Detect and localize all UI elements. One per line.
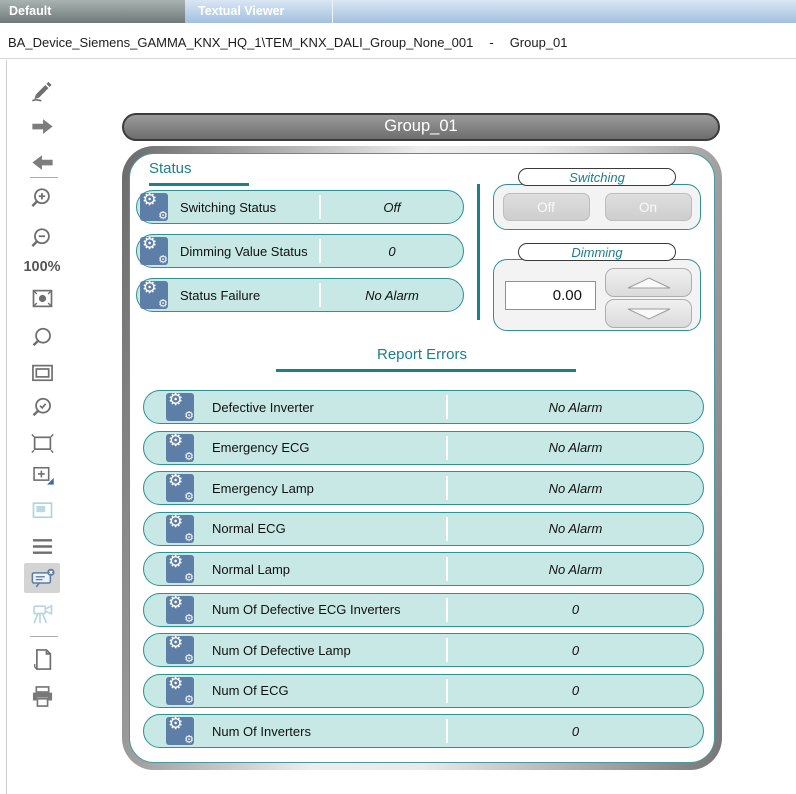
- off-button[interactable]: Off: [503, 193, 590, 221]
- row-label: Num Of Defective Lamp: [212, 643, 351, 658]
- selection-rect-icon[interactable]: [27, 428, 57, 458]
- gear-icon[interactable]: ⚙⚙: [166, 474, 194, 502]
- toolbar-divider: [30, 636, 58, 637]
- gear-icon[interactable]: ⚙⚙: [166, 717, 194, 745]
- up-triangle-icon: [623, 275, 675, 291]
- report-row: ⚙⚙ Normal Lamp No Alarm: [143, 552, 704, 586]
- row-label: Normal Lamp: [212, 562, 290, 577]
- arrow-right-icon[interactable]: [27, 111, 57, 141]
- report-errors-underline: [276, 369, 576, 372]
- gear-icon[interactable]: ⚙⚙: [166, 393, 194, 421]
- row-value: 0: [448, 602, 703, 617]
- breadcrumb-page: Group_01: [510, 35, 568, 50]
- status-row: ⚙⚙ Status Failure No Alarm: [136, 278, 464, 312]
- gear-icon[interactable]: ⚙⚙: [166, 434, 194, 462]
- report-row: ⚙⚙ Defective Inverter No Alarm: [143, 390, 704, 424]
- report-row: ⚙⚙ Num Of Defective Lamp 0: [143, 633, 704, 667]
- application-window: Default Textual Viewer BA_Device_Siemens…: [0, 0, 796, 794]
- tab-textual-viewer[interactable]: Textual Viewer: [185, 0, 332, 23]
- dimming-group-label: Dimming: [518, 243, 676, 261]
- gear-icon[interactable]: ⚙⚙: [140, 237, 168, 265]
- panel-content: Status ⚙⚙ Switching Status Off ⚙⚙ Dimmin…: [129, 153, 715, 763]
- dimming-down-button[interactable]: [605, 299, 692, 328]
- gear-icon[interactable]: ⚙⚙: [140, 281, 168, 309]
- row-label: Emergency Lamp: [212, 481, 314, 496]
- pen-icon[interactable]: [27, 74, 57, 104]
- status-heading: Status: [149, 160, 192, 177]
- dimming-up-button[interactable]: [605, 268, 692, 297]
- vertical-divider: [477, 184, 480, 320]
- row-value: 0: [448, 643, 703, 658]
- row-value: No Alarm: [448, 400, 703, 415]
- zoom-fit-dot-icon[interactable]: [27, 283, 57, 313]
- dimming-group: [493, 259, 701, 331]
- report-row: ⚙⚙ Num Of ECG 0: [143, 674, 704, 708]
- breadcrumb-path: BA_Device_Siemens_GAMMA_KNX_HQ_1\TEM_KNX…: [8, 35, 473, 50]
- down-triangle-icon: [623, 306, 675, 322]
- zoom-in-icon[interactable]: [27, 183, 57, 213]
- gear-icon[interactable]: ⚙⚙: [140, 193, 168, 221]
- tooltip-icon[interactable]: [24, 563, 60, 593]
- crosshair-icon[interactable]: [27, 459, 57, 489]
- fit-frame-icon[interactable]: [27, 358, 57, 388]
- gear-icon[interactable]: ⚙⚙: [166, 636, 194, 664]
- camera-icon[interactable]: [27, 598, 57, 628]
- breadcrumb-separator: -: [489, 35, 493, 50]
- zoom-check-icon[interactable]: [27, 393, 57, 423]
- report-errors-heading: Report Errors: [130, 346, 714, 363]
- row-label: Normal ECG: [212, 521, 286, 536]
- preview-frame-icon[interactable]: [27, 495, 57, 525]
- page-icon[interactable]: [27, 644, 57, 674]
- report-row: ⚙⚙ Normal ECG No Alarm: [143, 512, 704, 546]
- report-row: ⚙⚙ Emergency Lamp No Alarm: [143, 471, 704, 505]
- group-title-bar: Group_01: [122, 113, 720, 141]
- status-row: ⚙⚙ Switching Status Off: [136, 190, 464, 224]
- switching-group: Off On: [493, 184, 701, 230]
- row-label: Num Of Inverters: [212, 724, 311, 739]
- arrow-left-icon[interactable]: [27, 147, 57, 177]
- switching-group-label: Switching: [518, 168, 676, 186]
- row-value: Off: [321, 200, 463, 215]
- gear-icon[interactable]: ⚙⚙: [166, 596, 194, 624]
- tab-bar: Default Textual Viewer: [0, 0, 796, 23]
- gear-icon[interactable]: ⚙⚙: [166, 555, 194, 583]
- tab-separator: [332, 0, 333, 23]
- row-label: Status Failure: [180, 288, 260, 303]
- tab-default[interactable]: Default: [0, 0, 185, 23]
- print-icon[interactable]: [27, 681, 57, 711]
- row-value: No Alarm: [448, 481, 703, 496]
- row-label: Emergency ECG: [212, 440, 310, 455]
- zoom-level-label[interactable]: 100%: [18, 259, 66, 275]
- on-button[interactable]: On: [605, 193, 692, 221]
- report-row: ⚙⚙ Emergency ECG No Alarm: [143, 431, 704, 465]
- zoom-out-icon[interactable]: [27, 223, 57, 253]
- gear-icon[interactable]: ⚙⚙: [166, 515, 194, 543]
- search-icon[interactable]: [27, 323, 57, 353]
- row-value: 0: [448, 724, 703, 739]
- row-label: Switching Status: [180, 200, 276, 215]
- toolbar-divider: [30, 177, 58, 178]
- dimming-value-input[interactable]: [505, 281, 596, 310]
- row-label: Dimming Value Status: [180, 244, 308, 259]
- row-label: Num Of Defective ECG Inverters: [212, 602, 401, 617]
- row-label: Defective Inverter: [212, 400, 314, 415]
- row-value: No Alarm: [448, 562, 703, 577]
- layers-icon[interactable]: [27, 531, 57, 561]
- row-value: 0: [321, 244, 463, 259]
- status-rows: ⚙⚙ Switching Status Off ⚙⚙ Dimming Value…: [136, 190, 464, 322]
- sidebar-border: [6, 60, 7, 794]
- main-panel: Status ⚙⚙ Switching Status Off ⚙⚙ Dimmin…: [122, 146, 722, 770]
- row-label: Num Of ECG: [212, 683, 289, 698]
- report-row: ⚙⚙ Num Of Defective ECG Inverters 0: [143, 593, 704, 627]
- row-value: No Alarm: [321, 288, 463, 303]
- breadcrumb: BA_Device_Siemens_GAMMA_KNX_HQ_1\TEM_KNX…: [0, 23, 796, 59]
- gear-icon[interactable]: ⚙⚙: [166, 677, 194, 705]
- row-value: No Alarm: [448, 521, 703, 536]
- row-value: 0: [448, 683, 703, 698]
- status-underline: [149, 183, 249, 186]
- status-row: ⚙⚙ Dimming Value Status 0: [136, 234, 464, 268]
- report-row: ⚙⚙ Num Of Inverters 0: [143, 714, 704, 748]
- report-error-rows: ⚙⚙ Defective Inverter No Alarm ⚙⚙ Emerge…: [143, 390, 704, 748]
- row-value: No Alarm: [448, 440, 703, 455]
